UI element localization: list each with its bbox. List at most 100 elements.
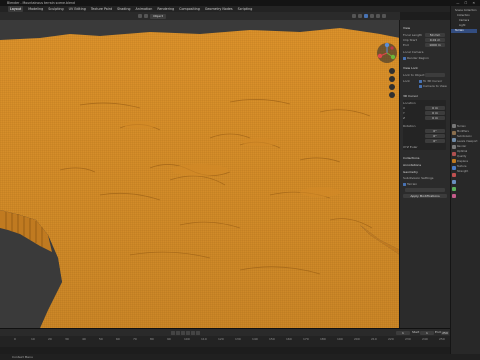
lock-cursor-checkbox[interactable] — [419, 79, 422, 83]
zoom-icon[interactable] — [389, 68, 395, 74]
annotations-section-header[interactable]: Annotations — [403, 163, 447, 167]
ruler-tick-label: 240 — [422, 337, 428, 341]
ruler-tick-label: 220 — [388, 337, 394, 341]
xray-icon[interactable] — [358, 14, 362, 18]
overlay-icon[interactable] — [352, 14, 356, 18]
3d-cursor-section-header[interactable]: 3D Cursor — [403, 94, 447, 98]
navigation-gizmo[interactable] — [376, 42, 398, 64]
focal-length-field[interactable]: 50 mm — [425, 33, 445, 37]
select-mode-icons — [138, 14, 148, 18]
status-bar: Context Menu — [0, 354, 480, 360]
output-tab-icon[interactable] — [451, 138, 456, 142]
collections-section-header[interactable]: Collections — [403, 156, 447, 160]
cursor-z-row: Z 0 m — [403, 116, 447, 120]
outliner-item-scene-collection[interactable]: Scene Collection — [455, 9, 477, 13]
outliner-item-light[interactable]: Light — [459, 24, 465, 28]
camera-view-icon[interactable] — [389, 84, 395, 90]
focal-length-row: Focal Length 50 mm — [403, 33, 447, 37]
ruler-tick-label: 80 — [150, 337, 154, 341]
view-lock-section-header[interactable]: View Lock — [403, 66, 447, 70]
rotation-mode-dropdown[interactable]: XYZ Euler — [403, 145, 447, 149]
z-axis-icon[interactable] — [384, 42, 390, 48]
sidebar-panel: View Focal Length 50 mm Clip Start 0.01 … — [399, 20, 450, 328]
ruler-tick-label: 190 — [337, 337, 343, 341]
jump-start-icon[interactable] — [171, 330, 175, 335]
ruler-tick-label: 30 — [65, 337, 69, 341]
play-reverse-icon[interactable] — [181, 330, 185, 335]
clip-end-field[interactable]: 1000 m — [425, 43, 445, 47]
geometry-section-header[interactable]: Geometry — [403, 170, 447, 174]
terrain-feature-label: Terrain — [407, 182, 418, 186]
y-axis-icon[interactable] — [390, 54, 396, 60]
outliner-item-camera[interactable]: Camera — [459, 19, 469, 23]
properties-editor[interactable]: Terrain Modifiers Subdivision Levels Viewpo… — [457, 124, 480, 174]
shading-buttons — [352, 14, 386, 18]
cursor-x-row: X 0 m — [403, 106, 447, 110]
camera-to-view-label: Camera to View — [423, 84, 447, 88]
end-frame-field[interactable]: 250 — [441, 330, 449, 335]
tool-tab-icon[interactable] — [451, 124, 456, 128]
physics-tab-icon[interactable] — [451, 173, 456, 177]
x-axis-icon[interactable] — [377, 53, 383, 59]
scene-tab-icon[interactable] — [451, 152, 456, 156]
lock-cursor-row[interactable]: Lock To 3D Cursor — [403, 79, 447, 83]
status-text: Context Menu — [12, 355, 33, 359]
outliner-item-collection[interactable]: Collection — [457, 14, 470, 18]
outliner[interactable]: Scene Collection Collection Camera Light… — [451, 6, 480, 120]
cursor-y-field[interactable]: 0 m — [425, 111, 445, 115]
apply-modifications-button[interactable]: Apply Modifications — [403, 194, 447, 198]
current-frame-field[interactable]: 1 — [396, 330, 410, 335]
pan-hand-icon[interactable] — [389, 76, 395, 82]
material-tab-icon[interactable] — [451, 194, 456, 198]
prev-keyframe-icon[interactable] — [176, 330, 180, 335]
object-tab-icon[interactable] — [451, 159, 456, 163]
jump-end-icon[interactable] — [196, 330, 200, 335]
ruler-tick-label: 200 — [354, 337, 360, 341]
next-keyframe-icon[interactable] — [191, 330, 195, 335]
interaction-mode-dropdown[interactable]: Object — [150, 13, 166, 19]
camera-to-view-row[interactable]: Camera to View — [403, 84, 447, 88]
start-frame-field[interactable]: 1 — [420, 330, 434, 335]
data-tab-icon[interactable] — [451, 187, 456, 191]
select-box-icon[interactable] — [138, 14, 142, 18]
rotation-z-field[interactable]: 0° — [425, 139, 445, 143]
frame-ruler[interactable]: 0 10 20 30 40 50 60 70 80 90 100 110 120 130 140 150 160… — [0, 336, 450, 347]
cursor-x-field[interactable]: 0 m — [425, 106, 445, 110]
properties-row[interactable]: Strength — [457, 169, 480, 174]
timeline-controls: 1 Start 1 End 250 — [0, 329, 450, 336]
render-tab-icon[interactable] — [451, 131, 456, 135]
modifier-tab-icon[interactable] — [451, 166, 456, 170]
view-layer-tab-icon[interactable] — [451, 145, 456, 149]
ruler-tick-label: 90 — [167, 337, 171, 341]
end-frame-label: End — [435, 330, 441, 334]
render-region-checkbox[interactable] — [403, 56, 406, 60]
perspective-toggle-icon[interactable] — [389, 92, 395, 98]
clip-start-field[interactable]: 0.01 m — [425, 38, 445, 42]
timeline[interactable]: 1 Start 1 End 250 0 10 20 30 40 50 60 70 80 90 100… — [0, 328, 450, 347]
rendered-shading-icon[interactable] — [382, 14, 386, 18]
play-icon[interactable] — [186, 330, 190, 335]
solid-shading-icon[interactable] — [370, 14, 374, 18]
view-section-header[interactable]: View — [403, 26, 447, 30]
rotation-y-field[interactable]: 0° — [425, 134, 445, 138]
select-extend-icon[interactable] — [144, 14, 148, 18]
ruler-tick-label: 60 — [116, 337, 120, 341]
cursor-z-field[interactable]: 0 m — [425, 116, 445, 120]
ruler-tick-label: 250 — [439, 337, 445, 341]
terrain-mesh — [0, 28, 400, 328]
3d-viewport[interactable] — [0, 20, 400, 328]
feature-slider[interactable] — [405, 188, 445, 192]
material-shading-icon[interactable] — [376, 14, 380, 18]
constraints-tab-icon[interactable] — [451, 180, 456, 184]
terrain-feature-checkbox[interactable] — [403, 182, 406, 186]
ruler-tick-label: 160 — [286, 337, 292, 341]
terrain-feature-row[interactable]: Terrain — [403, 182, 447, 186]
rotation-x-field[interactable]: 0° — [425, 129, 445, 133]
render-region-row[interactable]: Render Region — [403, 56, 447, 60]
camera-to-view-checkbox[interactable] — [419, 84, 422, 88]
outliner-item-terrain[interactable]: Terrain — [451, 29, 477, 33]
to-3d-cursor-label: To 3D Cursor — [423, 79, 443, 83]
lock-to-object-field[interactable] — [425, 73, 445, 77]
wireframe-shading-icon[interactable] — [364, 14, 368, 18]
subdivision-settings-label: Subdivision Settings — [403, 176, 434, 180]
